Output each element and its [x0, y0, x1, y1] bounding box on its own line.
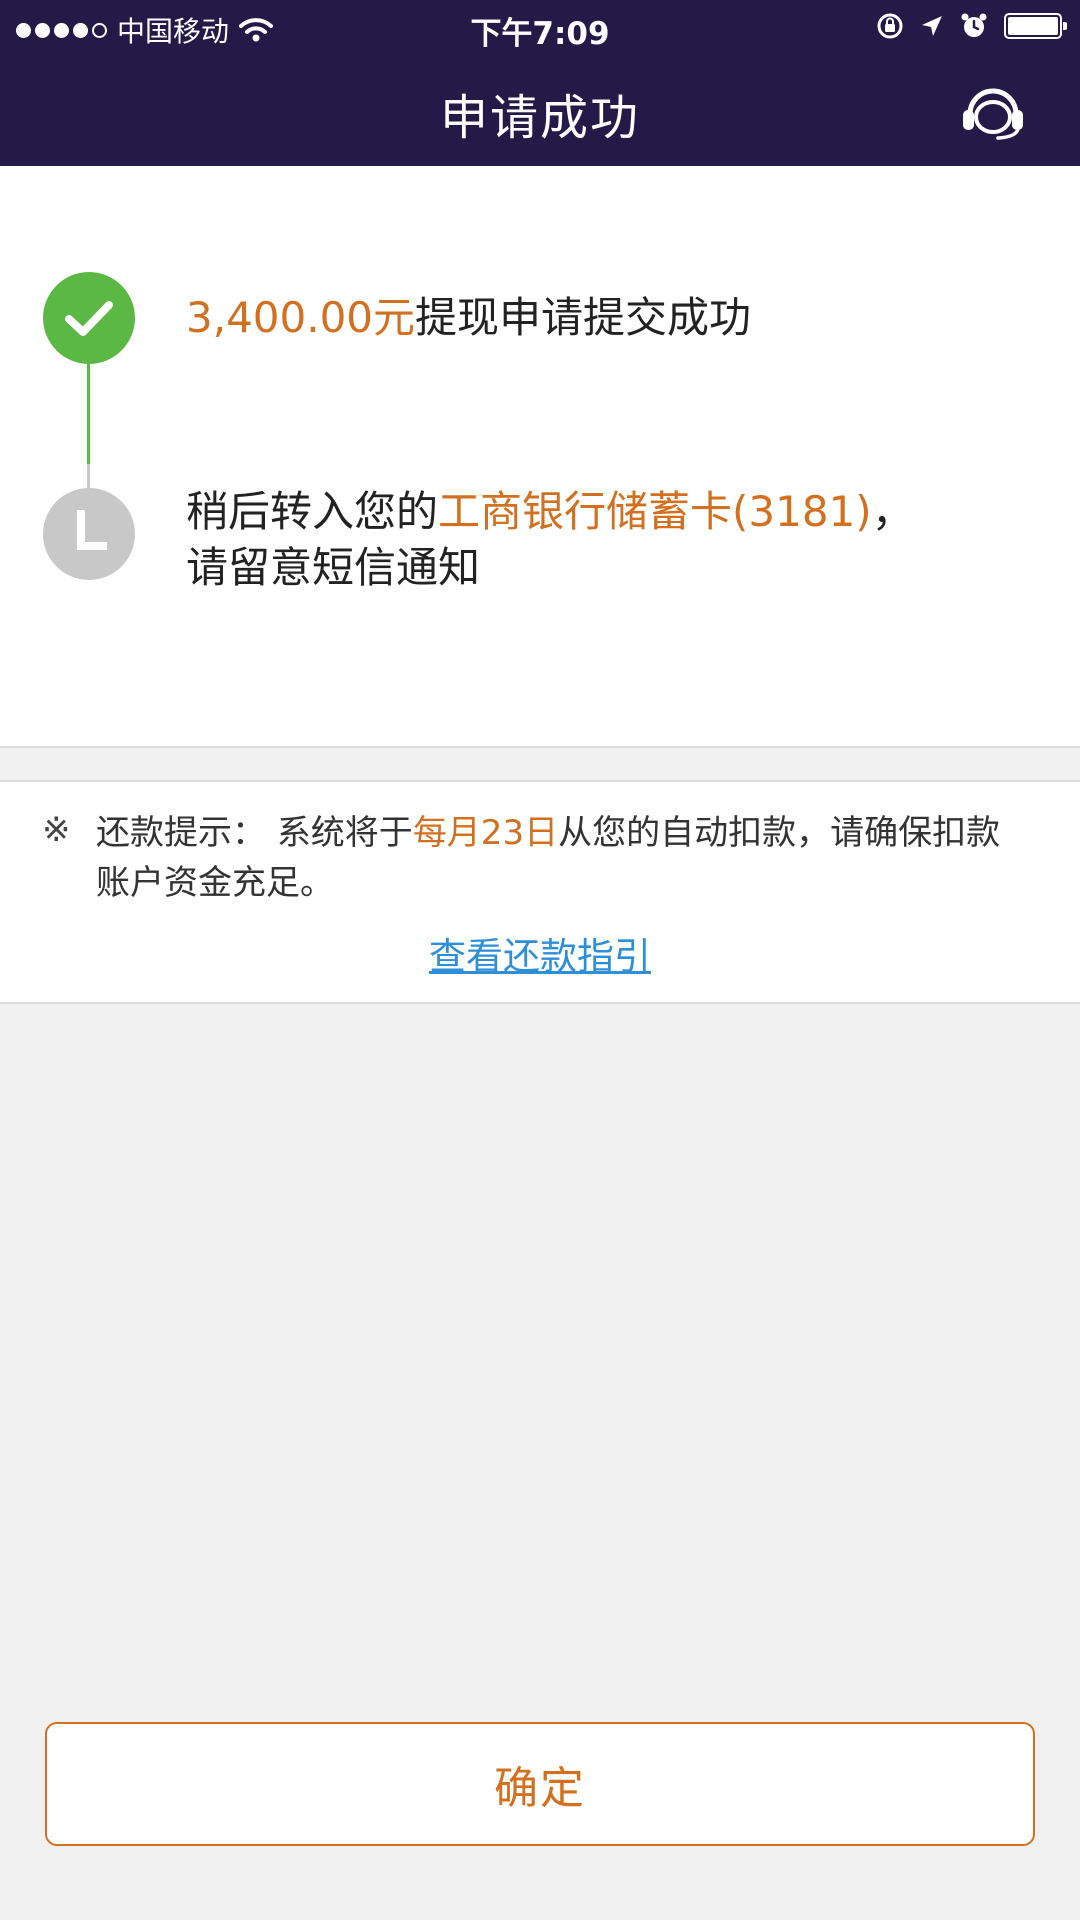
step-1-text: 3,400.00元提现申请提交成功: [186, 290, 751, 346]
step-2-text: 稍后转入您的工商银行储蓄卡(3181)， 请留意短信通知: [186, 484, 914, 596]
status-right: [876, 12, 1067, 40]
clock-icon: [77, 510, 107, 550]
battery-icon: [1004, 13, 1067, 39]
bank-card: 工商银行储蓄卡(3181): [438, 487, 872, 536]
repayment-guide-link[interactable]: 查看还款指引: [0, 926, 1080, 980]
repayment-date: 每月23日: [412, 813, 559, 853]
repayment-notice: ※ 还款提示： 系统将于每月23日从您的自动扣款，请确保扣款账户资金充足。 查看…: [0, 780, 1080, 1004]
step-2-line2: 请留意短信通知: [186, 543, 481, 592]
step-pending-badge: [43, 488, 135, 580]
notice-label: 还款提示：: [96, 813, 266, 853]
progress-line-done: [87, 364, 90, 464]
progress-panel: 3,400.00元提现申请提交成功 稍后转入您的工商银行储蓄卡(3181)， 请…: [0, 166, 1080, 748]
notice-prefix: 系统将于: [276, 813, 413, 853]
step-2-prefix: 稍后转入您的: [186, 487, 439, 536]
location-arrow-icon: [922, 16, 942, 36]
status-bar: 中国移动 下午7:09: [0, 0, 1080, 52]
page-title: 申请成功: [439, 90, 640, 146]
progress-line-pending: [87, 464, 90, 490]
confirm-button[interactable]: 确定: [45, 1722, 1035, 1846]
headset-icon[interactable]: [958, 80, 1028, 140]
check-icon: [65, 301, 113, 336]
alarm-icon: [961, 13, 987, 37]
step-2-suffix: ，: [871, 487, 914, 536]
withdraw-amount: 3,400.00元: [186, 293, 416, 342]
step-done-badge: [43, 272, 135, 364]
notice-text: 还款提示： 系统将于每月23日从您的自动扣款，请确保扣款账户资金充足。: [96, 808, 1020, 908]
notice-mark: ※: [42, 810, 71, 850]
step-1-label: 提现申请提交成功: [415, 293, 752, 342]
top-bar: 中国移动 下午7:09 申请成功: [0, 0, 1080, 166]
rotation-lock-icon: [877, 13, 903, 39]
